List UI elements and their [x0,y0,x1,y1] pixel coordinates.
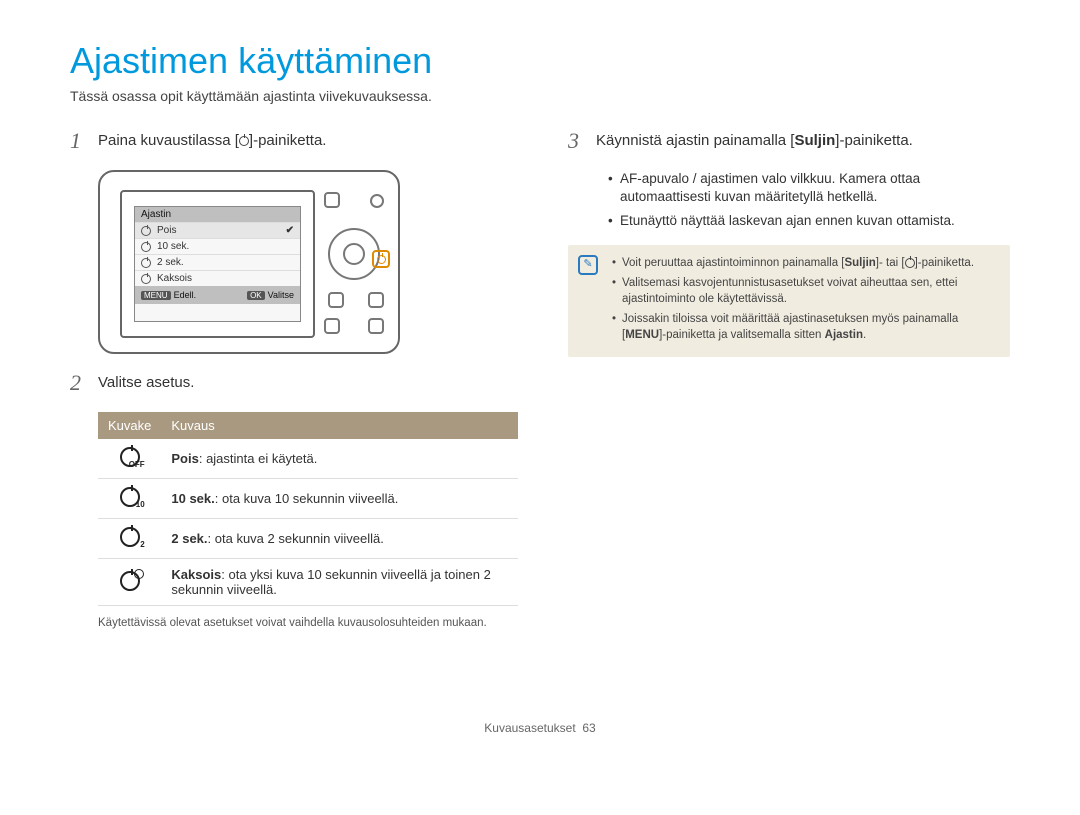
camera-button-lowerleft [324,318,340,334]
timer-off-icon [141,226,151,236]
row-rest: : ajastinta ei käytetä. [199,451,318,466]
step-3-post: ]-painiketta. [835,132,913,149]
lcd-row-kaksois: Kaksois [135,270,300,286]
lcd-menu-title: Ajastin [135,207,300,222]
info1-pre: Voit peruuttaa ajastintoiminnon painamal… [622,257,844,269]
info1-mid: ]- tai [ [876,257,905,269]
icon-cell-10: 10 [98,479,161,519]
step-3-text: Käynnistä ajastin painamalla [Suljin]-pa… [596,130,913,152]
icon-cell-off: OFF [98,439,161,479]
row-bold: Kaksois [171,567,221,582]
info3-post: . [863,329,866,341]
timer-icon [239,136,249,146]
icon-sub: OFF [129,460,145,469]
info-item-3: Joissakin tiloissa voit määrittää ajasti… [612,311,996,343]
lcd-foot-right-label: Valitse [268,290,294,300]
row-bold: 10 sek. [171,491,214,506]
step-number-1: 1 [70,130,88,152]
lcd-foot-left: MENUEdell. [141,290,196,300]
row-rest: : ota kuva 10 sekunnin viiveellä. [215,491,399,506]
camera-lcd: Ajastin Pois ✔ 10 sek. 2 sek. Kaksois MEN… [120,190,315,338]
icon-cell-double [98,559,161,606]
lcd-row-10sek: 10 sek. [135,238,300,254]
th-kuvake: Kuvake [98,412,161,439]
menu-tag: MENU [141,291,171,300]
table-row: 10 10 sek.: ota kuva 10 sekunnin viiveel… [98,479,518,519]
row-bold: 2 sek. [171,531,207,546]
step-3-bold: Suljin [794,132,835,149]
timer-2-icon: 2 [120,527,140,547]
camera-button-lowerright [368,318,384,334]
footer-label: Kuvausasetukset [484,721,575,735]
timer-10-icon [141,242,151,252]
camera-button-topright [370,194,384,208]
step-1-pre: Paina kuvaustilassa [ [98,132,239,149]
info-item-2: Valitsemasi kasvojentunnistusasetukset v… [612,275,996,307]
info-icon: ✎ [578,255,598,275]
desc-cell: 2 sek.: ota kuva 2 sekunnin viiveellä. [161,519,518,559]
camera-button-topleft [324,192,340,208]
icon-cell-2: 2 [98,519,161,559]
timer-10-icon: 10 [120,487,140,507]
desc-cell: Pois: ajastinta ei käytetä. [161,439,518,479]
lcd-row-2sek: 2 sek. [135,254,300,270]
lcd-row-2-label: 2 sek. [157,257,184,268]
lcd-row-1-label: 10 sek. [157,241,189,252]
info-item-1: Voit peruuttaa ajastintoiminnon painamal… [612,255,996,271]
table-row: 2 2 sek.: ota kuva 2 sekunnin viiveellä. [98,519,518,559]
timer-off-icon: OFF [120,447,140,467]
desc-cell: Kaksois: ota yksi kuva 10 sekunnin viive… [161,559,518,606]
table-row: OFF Pois: ajastinta ei käytetä. [98,439,518,479]
info1-post: ]-painiketta. [915,257,974,269]
bullet-2: Etunäyttö näyttää laskevan ajan ennen ku… [608,212,1010,230]
lcd-row-3-label: Kaksois [157,273,192,284]
info1-bold: Suljin [844,257,875,269]
info3-mid: ]-painiketta ja valitsemalla sitten [659,329,825,341]
step-1-text: Paina kuvaustilassa [ ]-painiketta. [98,130,326,152]
settings-table: Kuvake Kuvaus OFF Pois: ajastinta ei käy… [98,412,518,606]
step-number-2: 2 [70,372,88,394]
desc-cell: 10 sek.: ota kuva 10 sekunnin viiveellä. [161,479,518,519]
table-row: Kaksois: ota yksi kuva 10 sekunnin viive… [98,559,518,606]
timer-icon [905,258,915,268]
page-footer: Kuvausasetukset 63 [70,721,1010,735]
page-subtitle: Tässä osassa opit käyttämään ajastinta v… [70,88,1010,104]
footer-page-number: 63 [582,721,595,735]
page-title: Ajastimen käyttäminen [70,40,1010,82]
step-3-bullets: AF-apuvalo / ajastimen valo vilkkuu. Kam… [608,170,1010,231]
th-kuvaus: Kuvaus [161,412,518,439]
lcd-row-pois: Pois ✔ [135,222,300,238]
lcd-foot-left-label: Edell. [174,290,197,300]
lcd-row-0-label: Pois [157,225,176,236]
info-box: ✎ Voit peruuttaa ajastintoiminnon painam… [568,245,1010,357]
timer-2-icon [141,258,151,268]
check-icon: ✔ [286,225,294,236]
info3-bold2: Ajastin [825,329,863,341]
step-1-post: ]-painiketta. [249,132,327,149]
icon-sub: 2 [140,540,144,549]
camera-button-bottomright [368,292,384,308]
lcd-foot-right: OKValitse [247,290,294,300]
timer-double-icon [141,274,151,284]
icon-sub: 10 [136,500,145,509]
camera-timer-button-highlighted [372,250,390,268]
camera-button-bottomleft [328,292,344,308]
row-bold: Pois [171,451,198,466]
bullet-1: AF-apuvalo / ajastimen valo vilkkuu. Kam… [608,170,1010,206]
ok-tag: OK [247,291,265,300]
camera-illustration: Ajastin Pois ✔ 10 sek. 2 sek. Kaksois MEN… [98,170,518,354]
row-rest: : ota kuva 2 sekunnin viiveellä. [208,531,384,546]
step-3-pre: Käynnistä ajastin painamalla [ [596,132,794,149]
table-footnote: Käytettävissä olevat asetukset voivat va… [98,616,518,631]
timer-double-icon [120,571,140,591]
step-number-3: 3 [568,130,586,152]
timer-icon [377,255,386,264]
step-2-text: Valitse asetus. [98,372,194,394]
info3-bold1: MENU [625,329,659,341]
